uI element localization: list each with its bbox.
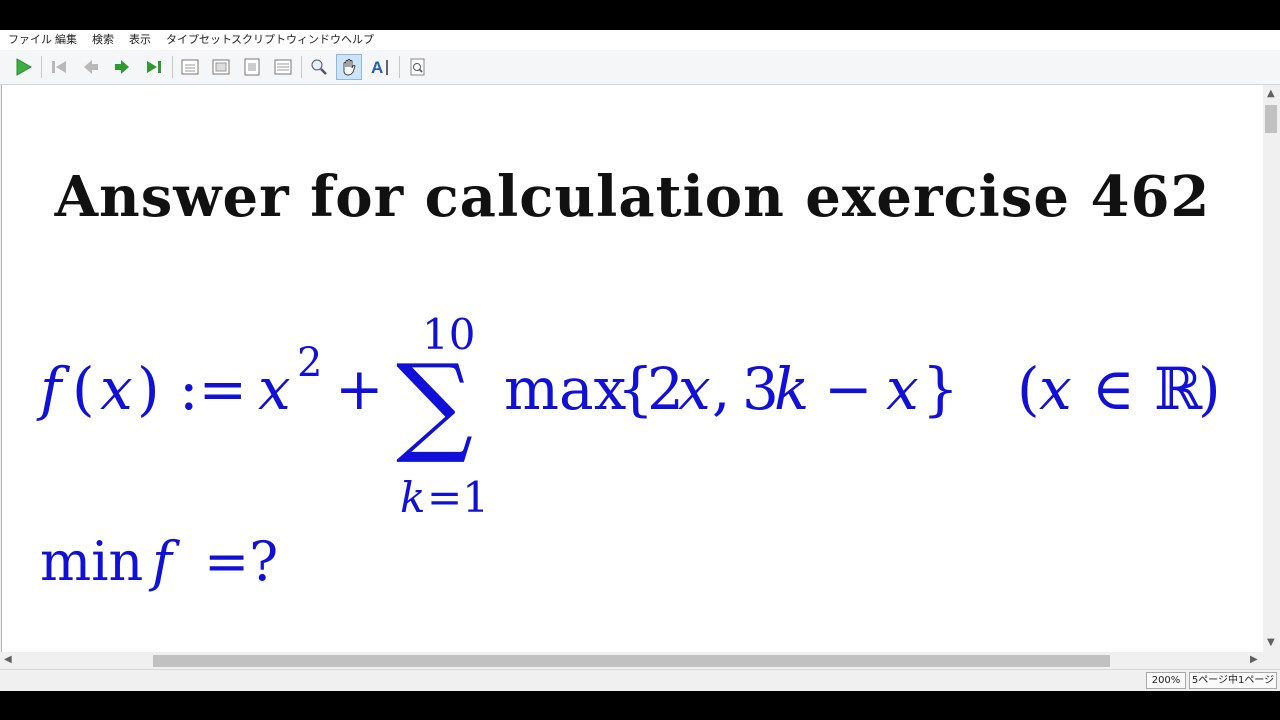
- hand-tool-icon[interactable]: [336, 54, 362, 80]
- first-page-icon[interactable]: [46, 54, 72, 80]
- fit-width-icon[interactable]: [270, 54, 296, 80]
- menu-help[interactable]: ヘルプ: [341, 33, 374, 47]
- sum-symbol: ∑: [396, 342, 474, 467]
- toolbar-separator: [41, 56, 42, 78]
- pdf-page-view[interactable]: Answer for calculation exercise 462 f ( …: [1, 85, 1263, 652]
- formula-paren-close: ): [137, 355, 160, 423]
- continuous-view-icon[interactable]: [208, 54, 234, 80]
- menu-script[interactable]: スクリプト: [231, 33, 286, 47]
- menu-file[interactable]: ファイル: [8, 33, 52, 47]
- scroll-left-icon[interactable]: ◀: [4, 654, 12, 665]
- formula-x-squared-base: x: [258, 355, 291, 423]
- formula-assign: :=: [179, 355, 248, 423]
- menu-bar: ファイル 編集 検索 表示 タイプセット スクリプト ウィンドウ ヘルプ: [0, 30, 1280, 50]
- sum-lower-index: k: [400, 473, 426, 522]
- menu-window[interactable]: ウィンドウ: [286, 33, 341, 47]
- formula-x: x: [100, 355, 133, 423]
- scroll-down-icon[interactable]: ▼: [1267, 637, 1275, 648]
- question-equals: =?: [204, 530, 279, 593]
- formula-exponent: 2: [297, 340, 323, 386]
- domain-paren-open: (: [1017, 355, 1040, 423]
- page-indicator: 5ページ中1ページ: [1189, 672, 1277, 689]
- zoom-icon[interactable]: [306, 54, 332, 80]
- fit-page-icon[interactable]: [239, 54, 265, 80]
- formula-arg2-x: x: [886, 355, 919, 423]
- svg-text:A: A: [371, 58, 383, 77]
- play-icon[interactable]: [10, 54, 36, 80]
- menu-typeset[interactable]: タイプセット: [166, 33, 232, 47]
- question-min: min: [40, 530, 144, 593]
- previous-page-icon[interactable]: [78, 54, 104, 80]
- formula-max: max: [504, 355, 627, 423]
- formula-paren-open: (: [72, 355, 95, 423]
- sum-lower-start: =1: [427, 473, 489, 522]
- vertical-scroll-thumb[interactable]: [1265, 105, 1277, 133]
- document-title: Answer for calculation exercise 462: [54, 164, 1211, 230]
- text-select-icon[interactable]: A: [368, 54, 394, 80]
- vertical-scrollbar[interactable]: ▲ ▼: [1263, 85, 1280, 652]
- formula-arg2-var: k: [774, 355, 810, 423]
- menu-edit[interactable]: 編集: [55, 33, 77, 47]
- formula-arg1-var: x: [678, 355, 711, 423]
- domain-x: x: [1039, 355, 1072, 423]
- horizontal-scroll-thumb[interactable]: [153, 655, 1110, 667]
- toolbar-separator: [399, 56, 400, 78]
- scroll-up-icon[interactable]: ▲: [1267, 88, 1275, 99]
- formula-f: f: [40, 355, 62, 423]
- formula-plus: +: [335, 355, 384, 423]
- menu-view[interactable]: 表示: [129, 33, 151, 47]
- single-page-view-icon[interactable]: [177, 54, 203, 80]
- application-window: ファイル 編集 検索 表示 タイプセット スクリプト ウィンドウ ヘルプ A A…: [0, 30, 1280, 691]
- domain-in: ∈: [1092, 355, 1135, 423]
- question-f: f: [152, 530, 172, 593]
- formula-comma: ,: [712, 355, 731, 423]
- next-page-icon[interactable]: [109, 54, 135, 80]
- zoom-level[interactable]: 200%: [1146, 672, 1186, 689]
- magnifier-icon[interactable]: [405, 54, 431, 80]
- toolbar-separator: [172, 56, 173, 78]
- toolbar: A: [0, 50, 1280, 85]
- toolbar-separator: [301, 56, 302, 78]
- formula-brace-close: }: [922, 355, 959, 423]
- last-page-icon[interactable]: [141, 54, 167, 80]
- domain-reals: ℝ: [1154, 355, 1203, 423]
- scroll-right-icon[interactable]: ▶: [1250, 654, 1258, 665]
- status-bar: 200% 5ページ中1ページ: [0, 669, 1280, 691]
- menu-search[interactable]: 検索: [92, 33, 114, 47]
- formula-minus: −: [824, 355, 873, 423]
- horizontal-scrollbar[interactable]: ◀ ▶: [0, 652, 1263, 669]
- domain-paren-close: ): [1198, 355, 1221, 423]
